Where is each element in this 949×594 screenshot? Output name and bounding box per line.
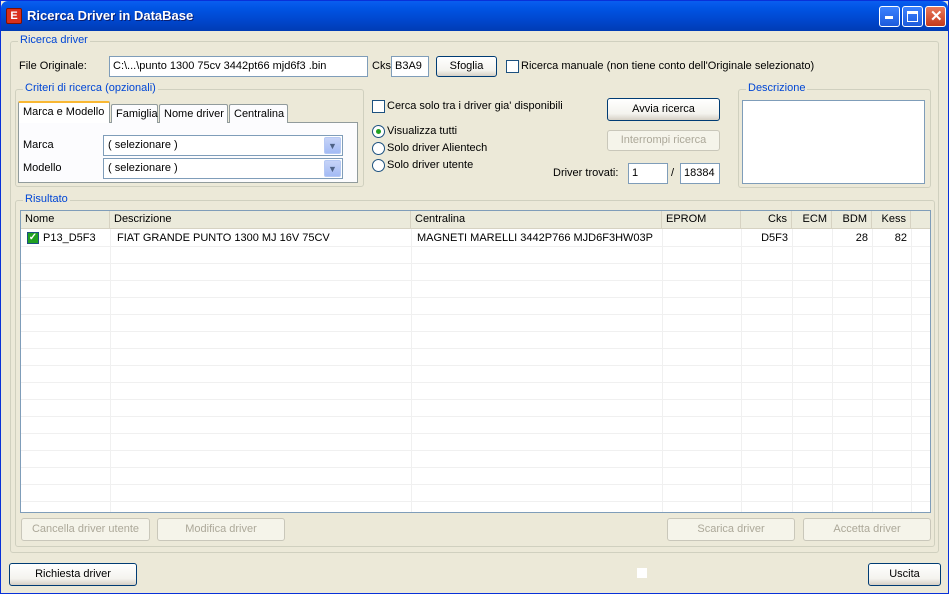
grid-column-line xyxy=(662,229,663,512)
solo-disponibili-label: Cerca solo tra i driver gia' disponibili xyxy=(387,100,563,112)
column-header-ecm[interactable]: ECM xyxy=(792,211,832,229)
chevron-down-icon[interactable]: ▼ xyxy=(324,160,341,177)
ricerca-manuale-label: Ricerca manuale (non tiene conto dell'Or… xyxy=(521,60,815,72)
minimize-button[interactable] xyxy=(879,6,900,27)
table-row[interactable]: ✓ P13_D5F3 FIAT GRANDE PUNTO 1300 MJ 16V… xyxy=(21,230,930,246)
file-originale-label: File Originale: xyxy=(19,60,87,72)
column-header-descrizione[interactable]: Descrizione xyxy=(110,211,411,229)
column-header-kess[interactable]: Kess xyxy=(872,211,911,229)
scarica-driver-button[interactable]: Scarica driver xyxy=(667,518,795,541)
radio-visualizza-tutti-label: Visualizza tutti xyxy=(387,125,458,137)
grid-row-line xyxy=(21,450,930,451)
grid-row-line xyxy=(21,348,930,349)
cks-label: Cks xyxy=(372,60,391,72)
main-window: E Ricerca Driver in DataBase ✕ Ricerca d… xyxy=(0,0,949,594)
marca-select[interactable]: ( selezionare ) ▼ xyxy=(103,135,343,156)
grid-row-line xyxy=(21,501,930,502)
grid-column-line xyxy=(411,229,412,512)
close-icon: ✕ xyxy=(930,8,943,25)
richiesta-driver-button[interactable]: Richiesta driver xyxy=(9,563,137,586)
minimize-icon xyxy=(885,16,893,19)
ricerca-driver-title: Ricerca driver xyxy=(18,34,90,46)
driver-trovati-count: 1 xyxy=(628,163,668,184)
radio-solo-alientech[interactable] xyxy=(372,142,385,155)
ricerca-manuale-checkbox[interactable] xyxy=(506,60,519,73)
close-button[interactable]: ✕ xyxy=(925,6,946,27)
row-checkbox[interactable]: ✓ xyxy=(27,232,39,244)
cell-cks: D5F3 xyxy=(761,232,788,244)
tab-nome-driver[interactable]: Nome driver xyxy=(159,104,228,123)
file-originale-field[interactable]: C:\...\punto 1300 75cv 3442pt66 mjd6f3 .… xyxy=(109,56,368,77)
radio-solo-utente[interactable] xyxy=(372,159,385,172)
grid-row-line xyxy=(21,484,930,485)
cell-bdm: 28 xyxy=(855,232,868,244)
grid-column-line xyxy=(110,229,111,512)
status-indicator xyxy=(637,568,647,578)
grid-row-line xyxy=(21,467,930,468)
chevron-down-icon[interactable]: ▼ xyxy=(324,137,341,154)
modello-label: Modello xyxy=(23,162,62,174)
descrizione-textbox[interactable] xyxy=(742,100,925,184)
driver-trovati-total: 18384 xyxy=(680,163,720,184)
radio-solo-utente-label: Solo driver utente xyxy=(387,159,474,171)
cancella-driver-button[interactable]: Cancella driver utente xyxy=(21,518,150,541)
cell-centralina: MAGNETI MARELLI 3442P766 MJD6F3HW03P xyxy=(417,232,653,244)
grid-row-line xyxy=(21,246,930,247)
radio-visualizza-tutti[interactable] xyxy=(372,125,385,138)
grid-column-line xyxy=(872,229,873,512)
uscita-button[interactable]: Uscita xyxy=(868,563,941,586)
driver-trovati-separator: / xyxy=(671,167,675,179)
column-header-eprom[interactable]: EPROM xyxy=(662,211,741,229)
criteri-title: Criteri di ricerca (opzionali) xyxy=(23,82,158,94)
cell-descrizione: FIAT GRANDE PUNTO 1300 MJ 16V 75CV xyxy=(117,232,330,244)
grid-column-line xyxy=(792,229,793,512)
grid-column-line xyxy=(911,229,912,512)
column-header-centralina[interactable]: Centralina xyxy=(411,211,662,229)
tab-marca-modello[interactable]: Marca e Modello xyxy=(18,101,110,123)
risultato-title: Risultato xyxy=(23,193,70,205)
driver-trovati-label: Driver trovati: xyxy=(553,167,619,179)
sfoglia-button[interactable]: Sfoglia xyxy=(436,56,497,77)
marca-value: ( selezionare ) xyxy=(108,139,178,151)
cell-ecm xyxy=(792,230,832,246)
descrizione-title: Descrizione xyxy=(746,82,808,94)
column-header-bdm[interactable]: BDM xyxy=(832,211,872,229)
grid-column-line xyxy=(832,229,833,512)
grid-row-line xyxy=(21,433,930,434)
tab-centralina[interactable]: Centralina xyxy=(229,104,288,123)
grid-row-line xyxy=(21,331,930,332)
grid-row-line xyxy=(21,314,930,315)
tab-famiglia[interactable]: Famiglia xyxy=(111,104,158,123)
grid-row-line xyxy=(21,416,930,417)
column-header-nome[interactable]: Nome xyxy=(21,211,110,229)
accetta-driver-button[interactable]: Accetta driver xyxy=(803,518,931,541)
modifica-driver-button[interactable]: Modifica driver xyxy=(157,518,285,541)
results-grid[interactable]: Nome Descrizione Centralina EPROM Cks EC… xyxy=(20,210,931,513)
title-bar[interactable]: E Ricerca Driver in DataBase ✕ xyxy=(1,1,948,31)
grid-row-line xyxy=(21,365,930,366)
cell-kess: 82 xyxy=(894,232,907,244)
avvia-ricerca-button[interactable]: Avvia ricerca xyxy=(607,98,720,121)
grid-row-line xyxy=(21,297,930,298)
grid-row-line xyxy=(21,280,930,281)
grid-row-line xyxy=(21,382,930,383)
modello-select[interactable]: ( selezionare ) ▼ xyxy=(103,158,343,179)
maximize-icon xyxy=(907,11,918,22)
modello-value: ( selezionare ) xyxy=(108,162,178,174)
cell-nome: P13_D5F3 xyxy=(43,232,96,244)
solo-disponibili-checkbox[interactable] xyxy=(372,100,385,113)
grid-column-line xyxy=(741,229,742,512)
column-header-cks[interactable]: Cks xyxy=(741,211,792,229)
cell-eprom xyxy=(662,230,741,246)
grid-row-line xyxy=(21,399,930,400)
interrompi-ricerca-button[interactable]: Interrompi ricerca xyxy=(607,130,720,151)
marca-label: Marca xyxy=(23,139,54,151)
cks-field[interactable]: B3A9 xyxy=(391,56,429,77)
window-title: Ricerca Driver in DataBase xyxy=(27,8,194,23)
maximize-button[interactable] xyxy=(902,6,923,27)
app-icon: E xyxy=(6,8,22,24)
radio-solo-alientech-label: Solo driver Alientech xyxy=(387,142,488,154)
grid-header: Nome Descrizione Centralina EPROM Cks EC… xyxy=(21,211,930,229)
grid-row-line xyxy=(21,263,930,264)
